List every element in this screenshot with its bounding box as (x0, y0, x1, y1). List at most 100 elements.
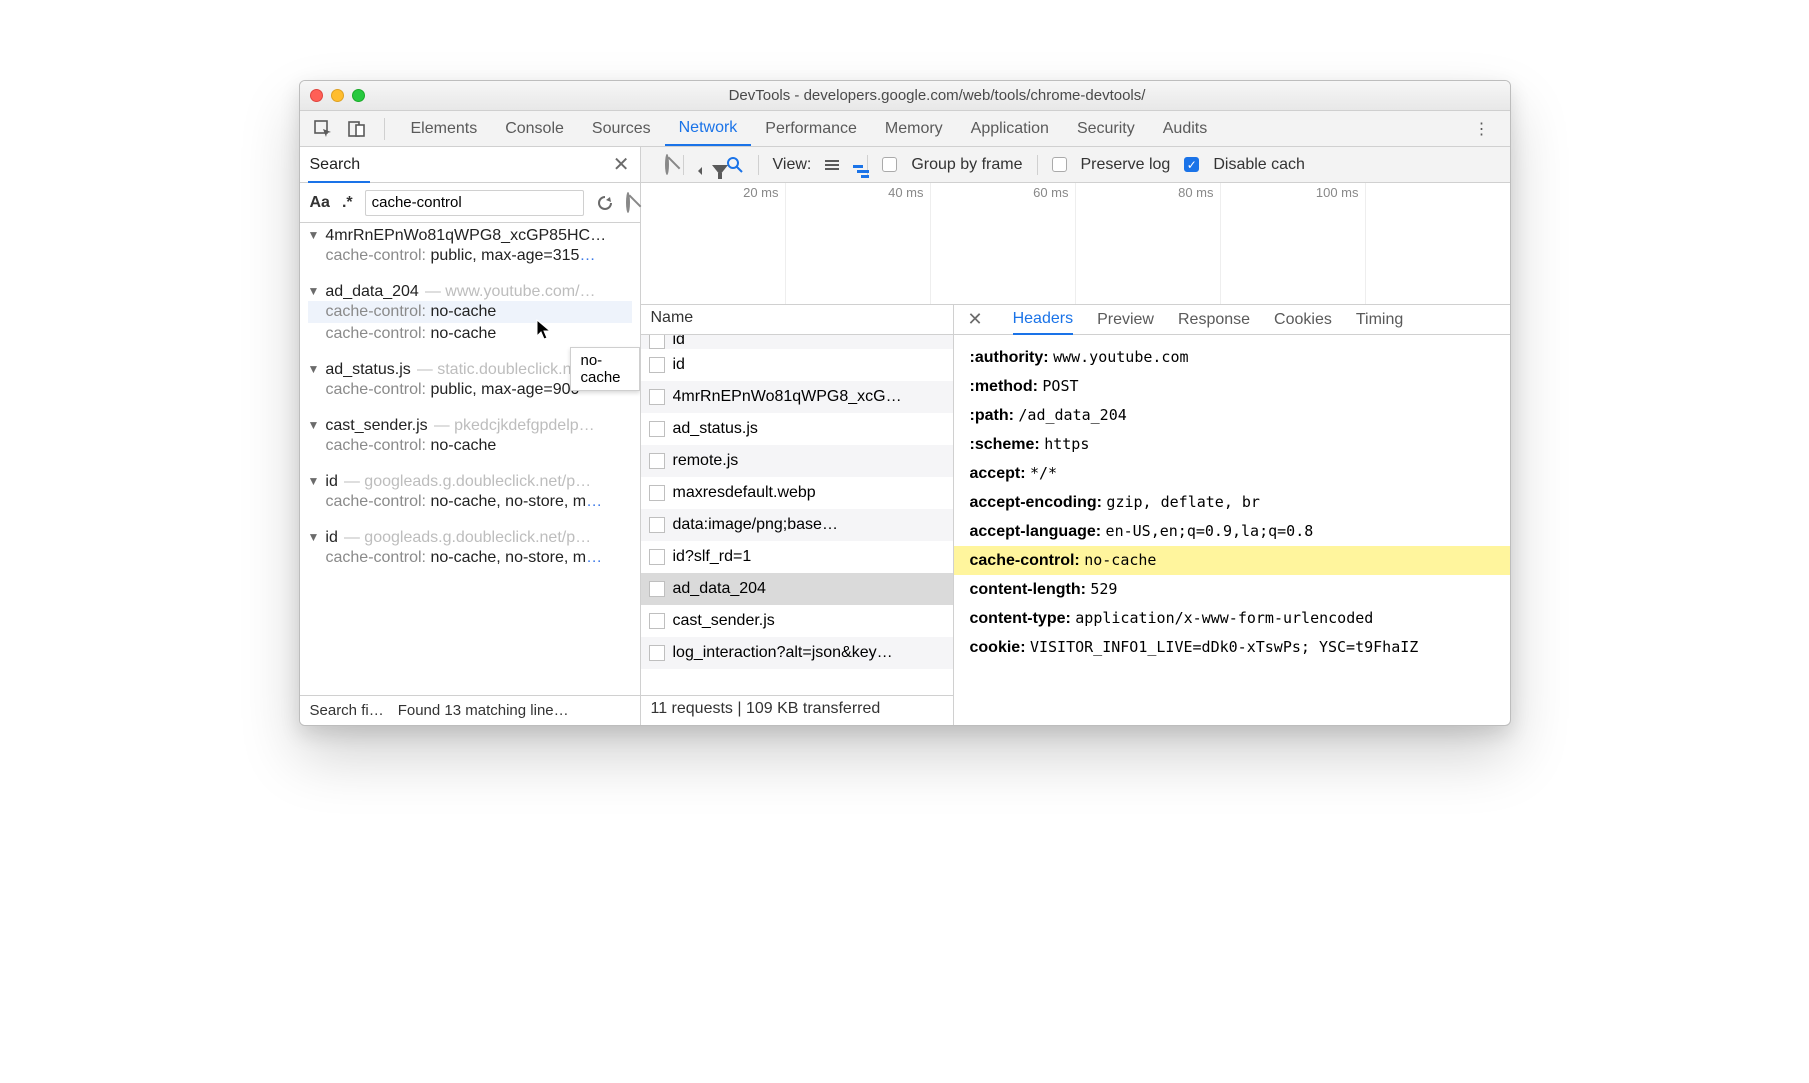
titlebar: DevTools - developers.google.com/web/too… (300, 81, 1510, 111)
search-toolbar: Aa .* (300, 183, 640, 223)
header-row[interactable]: :method: POST (970, 372, 1494, 401)
search-tab-label[interactable]: Search (310, 156, 361, 174)
search-result-file[interactable]: ▼ad_status.js — static.doubleclick.ne… (308, 361, 632, 379)
disclosure-triangle-icon: ▼ (308, 530, 320, 544)
request-row[interactable]: id?slf_rd=1 (641, 541, 953, 573)
zoom-icon[interactable] (352, 89, 365, 102)
detail-tab-preview[interactable]: Preview (1097, 311, 1154, 329)
tab-audits[interactable]: Audits (1149, 111, 1221, 146)
file-icon (649, 645, 665, 661)
header-row[interactable]: accept: */* (970, 459, 1494, 488)
tab-sources[interactable]: Sources (578, 111, 665, 146)
search-match[interactable]: cache-control: no-cache, no-store, m… (308, 491, 632, 513)
timeline-tick: 100 ms (1221, 183, 1366, 304)
header-row[interactable]: :scheme: https (970, 430, 1494, 459)
header-row[interactable]: cache-control: no-cache (954, 546, 1510, 575)
case-sensitive-toggle[interactable]: Aa (310, 194, 330, 212)
timeline-tick: 40 ms (786, 183, 931, 304)
search-match[interactable]: cache-control: public, max-age=315… (308, 245, 632, 267)
request-row[interactable]: id (641, 349, 953, 381)
header-row[interactable]: :path: /ad_data_204 (970, 401, 1494, 430)
inspect-icon[interactable] (308, 116, 338, 142)
search-results: ▼4mrRnEPnWo81qWPG8_xcGP85HC…cache-contro… (300, 223, 640, 695)
device-toggle-icon[interactable] (342, 116, 372, 142)
close-icon[interactable] (310, 89, 323, 102)
detail-tab-response[interactable]: Response (1178, 311, 1250, 329)
search-result-file[interactable]: ▼id — googleads.g.doubleclick.net/p… (308, 529, 632, 547)
request-row[interactable]: cast_sender.js (641, 605, 953, 637)
close-details-icon[interactable]: ✕ (968, 309, 983, 330)
close-search-icon[interactable]: ✕ (613, 152, 630, 177)
search-match[interactable]: cache-control: public, max-age=900 (308, 379, 632, 401)
file-icon (649, 485, 665, 501)
search-pane-header: Search ✕ (300, 147, 640, 183)
search-icon[interactable] (726, 156, 744, 174)
tab-network[interactable]: Network (665, 111, 752, 146)
disable-cache-checkbox[interactable]: ✓ (1184, 157, 1199, 172)
tab-elements[interactable]: Elements (397, 111, 492, 146)
request-row[interactable]: data:image/png;base… (641, 509, 953, 541)
file-icon (649, 517, 665, 533)
tab-performance[interactable]: Performance (751, 111, 871, 146)
file-icon (649, 613, 665, 629)
search-result-file[interactable]: ▼cast_sender.js — pkedcjkdefgpdelp… (308, 417, 632, 435)
main-tabbar: ElementsConsoleSourcesNetworkPerformance… (300, 111, 1510, 147)
search-result-file[interactable]: ▼ad_data_204 — www.youtube.com/… (308, 283, 632, 301)
file-icon (649, 581, 665, 597)
header-row[interactable]: cookie: VISITOR_INFO1_LIVE=dDk0-xTswPs; … (970, 633, 1494, 662)
header-row[interactable]: :authority: www.youtube.com (970, 343, 1494, 372)
separator (384, 118, 385, 140)
request-row[interactable]: id (641, 335, 953, 349)
detail-tab-cookies[interactable]: Cookies (1274, 311, 1332, 329)
regex-toggle[interactable]: .* (342, 194, 353, 212)
detail-tab-timing[interactable]: Timing (1356, 311, 1403, 329)
search-match[interactable]: cache-control: no-cache (308, 323, 632, 345)
request-row[interactable]: ad_status.js (641, 413, 953, 445)
tab-memory[interactable]: Memory (871, 111, 957, 146)
headers-body: :authority: www.youtube.com:method: POST… (954, 335, 1510, 725)
search-match[interactable]: cache-control: no-cache, no-store, m… (308, 547, 632, 569)
request-row[interactable]: 4mrRnEPnWo81qWPG8_xcG… (641, 381, 953, 413)
file-icon (649, 335, 665, 349)
separator (683, 155, 684, 175)
timeline[interactable]: 20 ms40 ms60 ms80 ms100 ms (641, 183, 1510, 305)
tab-application[interactable]: Application (957, 111, 1063, 146)
request-row[interactable]: maxresdefault.webp (641, 477, 953, 509)
more-icon[interactable]: ⋮ (1464, 119, 1502, 139)
group-by-frame-label: Group by frame (911, 156, 1022, 174)
search-match[interactable]: cache-control: no-cache (308, 435, 632, 457)
group-by-frame-checkbox[interactable] (882, 157, 897, 172)
header-row[interactable]: accept-language: en-US,en;q=0.9,la;q=0.8 (970, 517, 1494, 546)
request-row[interactable]: remote.js (641, 445, 953, 477)
list-view-icon[interactable] (825, 160, 839, 170)
network-pane: View: Group by frame Preserve log ✓ Disa… (641, 147, 1510, 725)
tab-console[interactable]: Console (491, 111, 578, 146)
refresh-icon[interactable] (596, 194, 614, 212)
search-match[interactable]: cache-control: no-cache (308, 301, 632, 323)
timeline-tick: 20 ms (641, 183, 786, 304)
search-input[interactable] (365, 190, 584, 216)
search-result-file[interactable]: ▼4mrRnEPnWo81qWPG8_xcGP85HC… (308, 227, 632, 245)
header-row[interactable]: accept-encoding: gzip, deflate, br (970, 488, 1494, 517)
clear-icon[interactable] (665, 156, 669, 174)
tab-security[interactable]: Security (1063, 111, 1149, 146)
search-result-group: ▼ad_status.js — static.doubleclick.ne…ca… (300, 357, 640, 403)
request-row[interactable]: ad_data_204 (641, 573, 953, 605)
detail-tab-headers[interactable]: Headers (1013, 310, 1073, 335)
search-result-group: ▼ad_data_204 — www.youtube.com/…cache-co… (300, 279, 640, 347)
column-header-name[interactable]: Name (641, 305, 953, 335)
minimize-icon[interactable] (331, 89, 344, 102)
file-icon (649, 357, 665, 373)
header-row[interactable]: content-type: application/x-www-form-url… (970, 604, 1494, 633)
search-footer-left: Search fi… (310, 702, 384, 719)
search-result-file[interactable]: ▼id — googleads.g.doubleclick.net/p… (308, 473, 632, 491)
view-label: View: (773, 156, 812, 174)
separator (1037, 155, 1038, 175)
search-result-group: ▼id — googleads.g.doubleclick.net/p…cach… (300, 525, 640, 571)
clear-icon[interactable] (626, 194, 630, 212)
request-row[interactable]: log_interaction?alt=json&key… (641, 637, 953, 669)
file-icon (649, 453, 665, 469)
search-tab-underline (308, 181, 370, 183)
preserve-log-checkbox[interactable] (1052, 157, 1067, 172)
header-row[interactable]: content-length: 529 (970, 575, 1494, 604)
